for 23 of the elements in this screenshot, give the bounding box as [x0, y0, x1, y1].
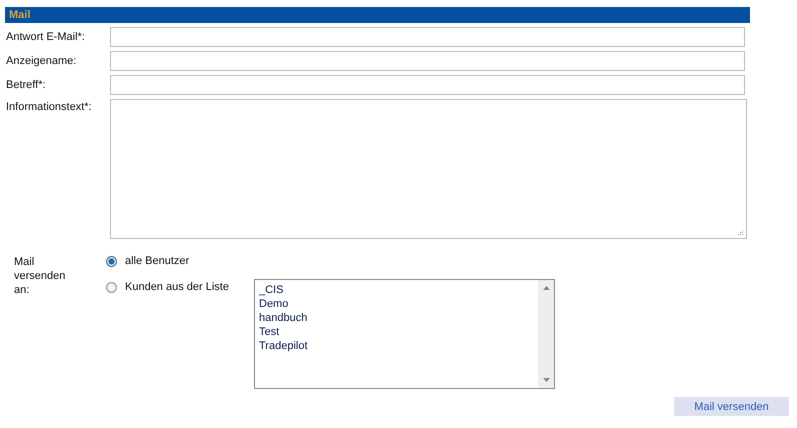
list-item[interactable]: Tradepilot — [259, 339, 534, 353]
radio-button[interactable] — [106, 282, 117, 293]
field-label: Antwort E-Mail*: — [5, 31, 86, 43]
radio-button[interactable] — [106, 256, 117, 267]
list-item[interactable]: handbuch — [259, 311, 534, 325]
list-item[interactable]: Test — [259, 325, 534, 339]
section-title: Mail — [9, 9, 30, 21]
recipients-label: Mail versenden an: — [13, 255, 66, 298]
scroll-down-icon[interactable] — [542, 378, 550, 382]
input-field[interactable] — [110, 51, 745, 71]
field-label: Anzeigename: — [5, 55, 78, 67]
input-field[interactable] — [110, 27, 745, 47]
input-field[interactable] — [110, 75, 745, 95]
radio-label[interactable]: alle Benutzer — [117, 253, 255, 267]
field-label: Informationstext*: — [5, 100, 93, 113]
scrollbar[interactable] — [538, 280, 554, 388]
field-label: Betreff*: — [5, 79, 47, 91]
customer-list[interactable]: _CIS Demo handbuch Test Tradepilot — [254, 279, 555, 389]
scroll-up-icon[interactable] — [542, 286, 550, 290]
list-item[interactable]: _CIS — [259, 283, 534, 297]
send-mail-button[interactable]: Mail versenden — [674, 397, 789, 416]
radio-label[interactable]: Kunden aus der Liste — [117, 279, 255, 293]
list-item[interactable]: Demo — [259, 297, 534, 311]
